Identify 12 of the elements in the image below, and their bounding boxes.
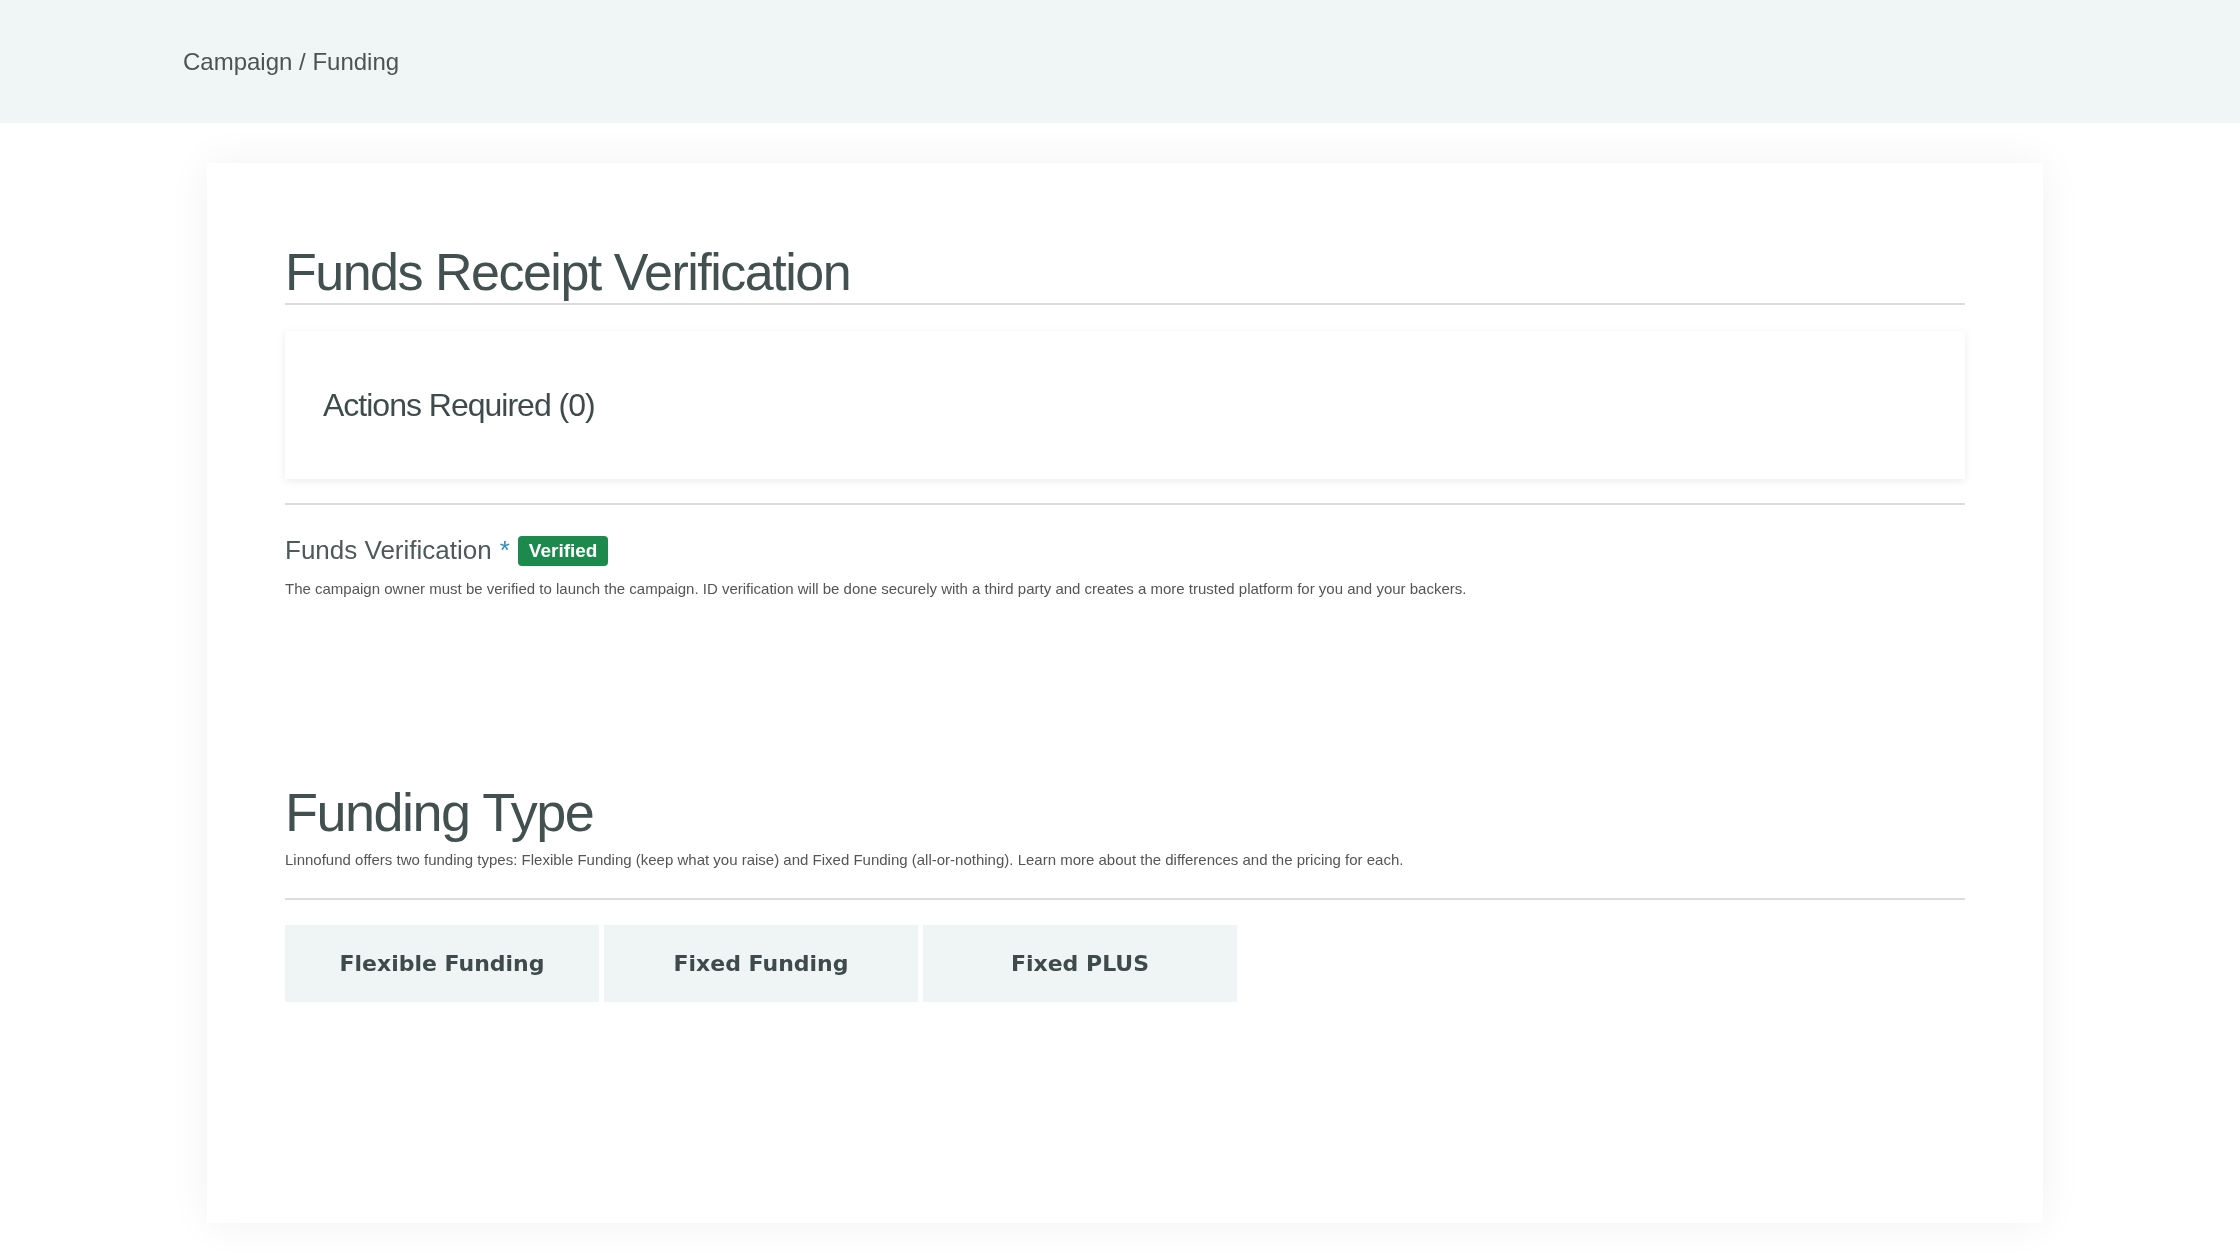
- field-label: Funds Verification: [285, 535, 492, 567]
- funding-type-tab[interactable]: Fixed Funding: [604, 924, 918, 1002]
- status-badge: Verified: [517, 535, 609, 566]
- funding-type-tab[interactable]: Fixed PLUS: [923, 924, 1237, 1002]
- breadcrumb: Campaign / Funding: [183, 47, 400, 76]
- funding-type-description: Linnofund offers two funding types: Flexible Funding (keep what you raise) and Fixed Funding (all-or-nothing). Learn more about the differences and the pricing for each.: [285, 850, 1405, 868]
- funding-type-tab[interactable]: Flexible Funding: [285, 924, 599, 1002]
- actions-title: Actions Required (0): [323, 386, 595, 424]
- required-mark: *: [499, 535, 510, 567]
- page-title: Funds Receipt Verification: [285, 242, 852, 303]
- section-title: Funding Type: [285, 783, 595, 843]
- verification-description: The campaign owner must be verified to launch the campaign. ID verification will be done securely with a third party and creates a more trusted platform for you and your backers.: [285, 580, 1468, 598]
